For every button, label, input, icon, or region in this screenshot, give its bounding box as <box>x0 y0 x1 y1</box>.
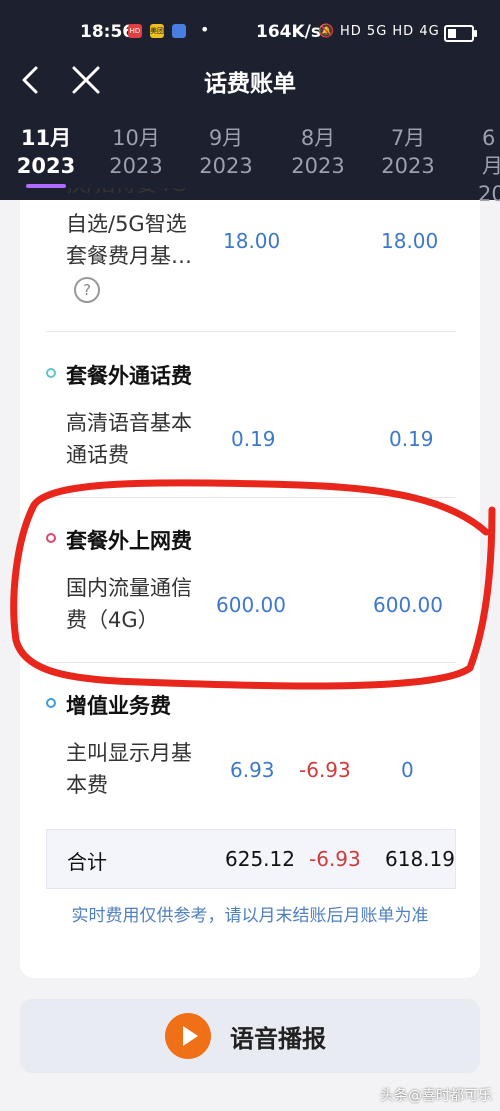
bill-item-name-line: 主叫显示月基 <box>66 741 192 765</box>
total-value-negative: -6.93 <box>309 847 361 871</box>
tab-month-10[interactable]: 10月 2023 <box>96 124 176 180</box>
bill-item-name: 换/指待要4G <box>66 188 187 200</box>
tab-month-9[interactable]: 9月 2023 <box>186 124 266 180</box>
tab-month-label: 8月 <box>300 126 336 150</box>
bill-value: 0.19 <box>231 427 276 451</box>
total-label: 合计 <box>67 850 107 874</box>
bill-item-name-line: 套餐费月基… <box>66 244 192 268</box>
bill-item-name-line: 本费 <box>66 773 108 797</box>
tab-year-label: 2023 <box>199 154 253 178</box>
meituan-badge-icon: 美团 <box>150 24 164 38</box>
disclaimer-note: 实时费用仅供参考，请以月末结账后月账单为准 <box>71 906 429 926</box>
tab-year-label: 2023 <box>109 154 163 178</box>
bill-value: 18.00 <box>223 229 281 253</box>
bill-item-name-line: 高清语音基本 <box>66 411 192 435</box>
tab-month-label: 11月 <box>20 126 72 150</box>
tab-year-label: 2023 <box>16 154 76 178</box>
bill-value: 18.00 <box>381 229 439 253</box>
status-time: 18:56 <box>80 22 135 42</box>
bill-value: 0.19 <box>389 427 434 451</box>
notification-dot-icon: • <box>200 20 210 39</box>
divider <box>46 662 456 663</box>
header: 18:56 HD 美团 • 164K/s 🔕 HD 5G HD 4G 话费账单 … <box>0 0 500 206</box>
bill-value: 600.00 <box>373 593 443 617</box>
tab-month-label: 7月 <box>390 126 426 150</box>
app-badge-icon: HD <box>128 24 142 38</box>
section-dot-icon <box>46 368 56 378</box>
voice-broadcast-button[interactable]: 语音播报 <box>20 999 480 1073</box>
battery-icon <box>444 25 477 42</box>
help-icon[interactable]: ? <box>74 277 100 303</box>
watermark: 头条@喜时都可乐 <box>380 1088 492 1104</box>
bill-value: 600.00 <box>216 593 286 617</box>
total-value: 625.12 <box>225 847 295 871</box>
section-dot-icon <box>46 533 56 543</box>
tab-year-label: 2023 <box>381 154 435 178</box>
tab-month-label: 10月 <box>112 126 160 150</box>
active-tab-indicator <box>26 184 66 188</box>
bill-item-name-line: 通话费 <box>66 443 129 467</box>
divider <box>46 497 456 498</box>
network-speed: 164K/s <box>256 22 321 42</box>
section-title: 套餐外通话费 <box>66 364 192 388</box>
status-bar: 18:56 HD 美团 • 164K/s 🔕 HD 5G HD 4G <box>0 0 500 62</box>
section-dot-icon <box>46 698 56 708</box>
tab-month-11[interactable]: 11月 2023 <box>6 124 86 188</box>
section-title: 套餐外上网费 <box>66 529 192 553</box>
bill-value: 6.93 <box>230 758 275 782</box>
tab-month-label: 6月 <box>482 126 500 178</box>
bill-value-negative: -6.93 <box>299 758 351 782</box>
divider <box>46 331 456 332</box>
tab-month-7[interactable]: 7月 2023 <box>368 124 448 180</box>
mute-icon: 🔕 <box>318 24 336 39</box>
app-icon <box>172 24 186 38</box>
voice-broadcast-label: 语音播报 <box>230 1025 326 1053</box>
tab-month-8[interactable]: 8月 2023 <box>278 124 358 180</box>
page-title: 话费账单 <box>204 71 296 97</box>
bill-item-name-line: 国内流量通信 <box>66 576 192 600</box>
signal-icon: HD 5G HD 4G <box>340 24 440 39</box>
bill-value: 0 <box>401 758 414 782</box>
tab-month-label: 9月 <box>208 126 244 150</box>
tab-year-label: 2023 <box>291 154 345 178</box>
play-icon <box>165 1013 211 1059</box>
bill-card: 换/指待要4G 自选/5G智选 套餐费月基… ? 18.00 18.00 套餐外… <box>20 188 480 978</box>
bill-item-name-line: 费（4G） <box>66 608 159 632</box>
tab-month-6[interactable]: 6月 2023 <box>460 124 500 208</box>
total-value: 618.19 <box>385 847 455 871</box>
total-row: 合计 625.12 -6.93 618.19 <box>46 829 456 889</box>
bill-item-name-line: 自选/5G智选 <box>66 212 187 236</box>
section-title: 增值业务费 <box>66 694 171 718</box>
